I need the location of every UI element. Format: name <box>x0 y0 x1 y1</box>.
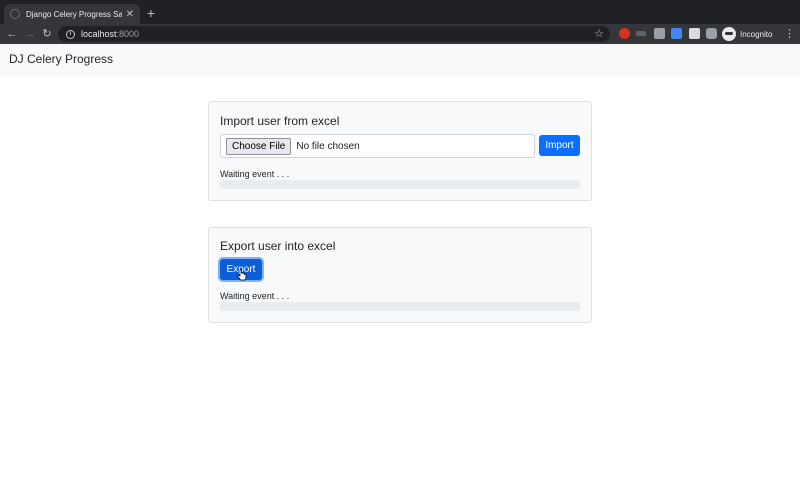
browser-tab[interactable]: Django Celery Progress Sample ✕ <box>4 4 140 24</box>
back-icon[interactable]: ← <box>5 26 19 42</box>
url-host: localhost <box>81 29 117 39</box>
export-card-title: Export user into excel <box>220 239 336 253</box>
translate-extension-icon[interactable] <box>671 28 682 39</box>
profile-label: Incognito <box>740 29 773 39</box>
address-bar[interactable]: i localhost:8000 ☆ <box>58 26 610 42</box>
import-progress-bar <box>220 180 580 189</box>
import-button[interactable]: Import <box>539 135 580 156</box>
camera-extension-icon[interactable] <box>654 28 665 39</box>
tab-title: Django Celery Progress Sample <box>26 9 122 19</box>
incognito-icon <box>722 27 736 41</box>
hand-cursor-icon <box>237 269 247 281</box>
extension-dots-icon[interactable] <box>636 31 646 36</box>
bookmark-star-icon[interactable]: ☆ <box>594 26 604 42</box>
import-card: Import user from excel Choose File No fi… <box>208 101 592 201</box>
export-progress-bar <box>220 302 580 311</box>
extension-red-icon[interactable] <box>619 28 630 39</box>
export-status: Waiting event . . . <box>220 291 290 301</box>
puzzle-extensions-icon[interactable] <box>706 28 717 39</box>
import-status: Waiting event . . . <box>220 169 290 179</box>
document-extension-icon[interactable] <box>689 28 700 39</box>
close-tab-icon[interactable]: ✕ <box>126 9 134 20</box>
navbar-brand[interactable]: DJ Celery Progress <box>9 52 113 66</box>
info-icon[interactable]: i <box>66 29 75 39</box>
export-card: Export user into excel Export Waiting ev… <box>208 227 592 323</box>
reload-icon[interactable]: ↻ <box>40 26 54 42</box>
url-port: :8000 <box>116 29 140 39</box>
no-file-text: No file chosen <box>296 140 360 152</box>
import-card-title: Import user from excel <box>220 114 340 128</box>
forward-icon[interactable]: → <box>23 26 37 42</box>
choose-file-button[interactable]: Choose File <box>226 137 292 155</box>
browser-toolbar: ← → ↻ i localhost:8000 ☆ Incognito ⋮ <box>0 24 800 44</box>
app-navbar: DJ Celery Progress <box>0 44 800 76</box>
globe-icon <box>10 9 20 19</box>
incognito-profile[interactable]: Incognito <box>722 26 773 42</box>
more-menu-icon[interactable]: ⋮ <box>784 26 795 42</box>
file-input[interactable]: Choose File No file chosen <box>220 134 535 158</box>
browser-tab-strip: Django Celery Progress Sample ✕ + <box>0 0 800 24</box>
new-tab-icon[interactable]: + <box>144 5 158 21</box>
